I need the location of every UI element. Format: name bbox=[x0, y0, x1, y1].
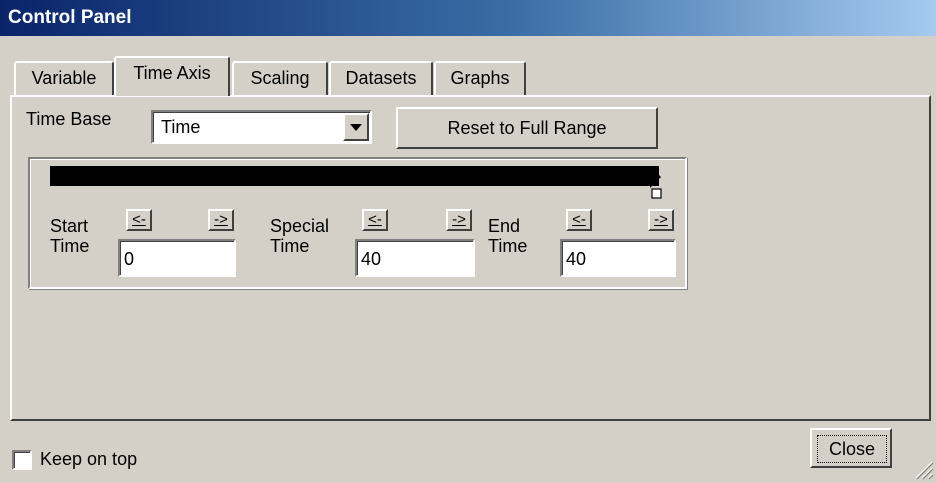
end-time-label-line1: End bbox=[488, 216, 521, 236]
close-button[interactable]: Close bbox=[810, 428, 892, 468]
window-title: Control Panel bbox=[8, 7, 132, 28]
tab-time-axis[interactable]: Time Axis bbox=[114, 56, 230, 96]
start-time-label-line2: Time bbox=[50, 236, 90, 256]
keep-on-top-checkbox[interactable] bbox=[12, 450, 32, 470]
start-time-prev-button[interactable]: <- bbox=[126, 209, 152, 231]
time-slider-track[interactable] bbox=[50, 166, 659, 186]
resize-grip-icon[interactable] bbox=[914, 460, 934, 480]
special-time-label-line2: Time bbox=[270, 236, 310, 256]
tab-datasets[interactable]: Datasets bbox=[329, 61, 433, 95]
special-time-field[interactable]: 40 bbox=[355, 239, 475, 277]
end-time-next-button[interactable]: -> bbox=[648, 209, 674, 231]
reset-full-range-button[interactable]: Reset to Full Range bbox=[396, 107, 658, 149]
end-time-label-line2: Time bbox=[488, 236, 528, 256]
dropdown-button[interactable] bbox=[343, 113, 369, 141]
keep-on-top-label[interactable]: Keep on top bbox=[40, 449, 137, 470]
special-time-next-button[interactable]: -> bbox=[446, 209, 472, 231]
time-base-label: Time Base bbox=[26, 109, 112, 129]
start-time-label-line1: Start bbox=[50, 216, 89, 236]
title-bar[interactable]: Control Panel bbox=[0, 0, 936, 36]
tab-scaling[interactable]: Scaling bbox=[232, 61, 328, 95]
slider-thumb-icon[interactable] bbox=[648, 162, 668, 200]
time-base-select[interactable]: Time bbox=[151, 110, 372, 144]
tab-variable[interactable]: Variable bbox=[14, 61, 114, 95]
special-time-label-line1: Special bbox=[270, 216, 330, 236]
chevron-down-icon bbox=[350, 124, 362, 131]
tab-graphs[interactable]: Graphs bbox=[434, 61, 526, 95]
start-time-next-button[interactable]: -> bbox=[208, 209, 234, 231]
end-time-field[interactable]: 40 bbox=[560, 239, 676, 277]
time-base-value: Time bbox=[161, 117, 201, 137]
end-time-prev-button[interactable]: <- bbox=[566, 209, 592, 231]
special-time-prev-button[interactable]: <- bbox=[362, 209, 388, 231]
start-time-field[interactable]: 0 bbox=[118, 239, 236, 277]
close-button-label: Close bbox=[817, 435, 887, 463]
